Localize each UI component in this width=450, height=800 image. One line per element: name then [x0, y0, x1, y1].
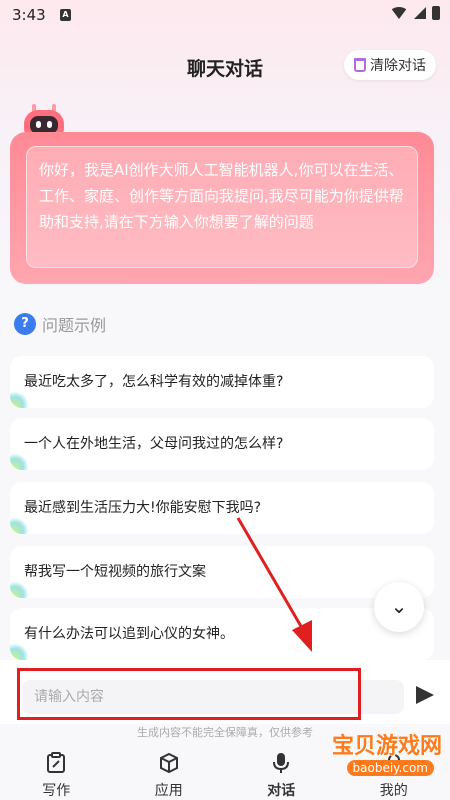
annotation-highlight-box — [17, 668, 361, 720]
watermark-text: 宝贝游戏网 — [331, 734, 442, 759]
watermark-logo: 宝贝游戏网 baobeiy.com — [326, 716, 446, 786]
watermark-url: baobeiy.com — [346, 760, 434, 776]
